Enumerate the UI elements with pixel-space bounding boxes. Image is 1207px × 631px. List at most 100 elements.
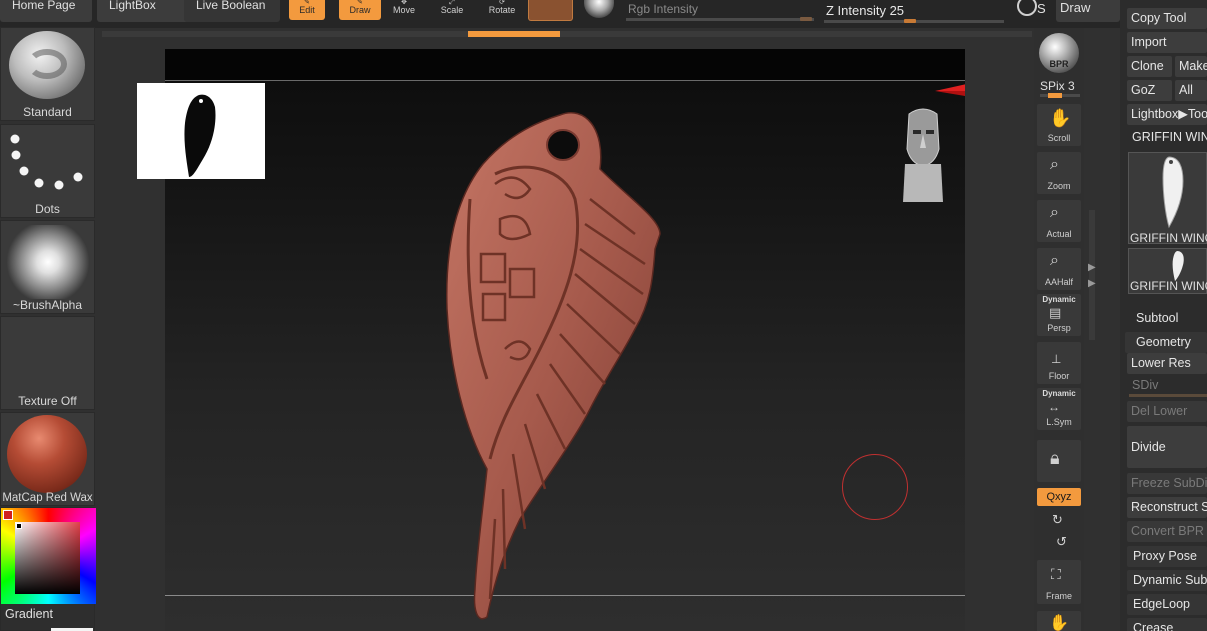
material-selector[interactable]: MatCap Red Wax	[0, 412, 95, 506]
sdiv-slider[interactable]	[1129, 394, 1207, 397]
edit-button[interactable]: ✎ Edit	[289, 0, 325, 20]
panel-scrollbar[interactable]	[1089, 210, 1095, 340]
live-boolean-label: Live Boolean	[196, 0, 266, 12]
lightbox-tool-label: Lightbox▶Tool	[1131, 107, 1207, 121]
expand-arrow-icon[interactable]: ▶	[1088, 262, 1096, 273]
lightbox-button[interactable]: LightBox	[97, 0, 189, 22]
actual-icon: ⌕	[1050, 204, 1059, 221]
gizmo-icon[interactable]	[935, 79, 965, 139]
primary-color-swatch[interactable]	[3, 510, 13, 520]
draw-button[interactable]: ✎ Draw	[339, 0, 381, 20]
symmetry-cycle-icon[interactable]	[1017, 0, 1037, 16]
proxy-pose-label: Proxy Pose	[1133, 549, 1197, 563]
stroke-selector[interactable]: Dots	[0, 124, 95, 218]
floor-icon: ⊥	[1051, 352, 1062, 366]
aahalf-icon: ⌕	[1050, 252, 1059, 269]
rotate-cw-icon[interactable]: ↻	[1052, 512, 1063, 528]
subtool-header[interactable]: Subtool	[1136, 311, 1178, 325]
view-controls-strip: BPR SPix 3 ✋ Scroll ⌕ Zoom ⌕ Actual ⌕ AA…	[1034, 28, 1084, 631]
rgb-intensity-slider[interactable]	[626, 18, 814, 21]
brush-label: Standard	[23, 105, 72, 119]
reconstruct-subdiv-button[interactable]: Reconstruct S	[1127, 497, 1207, 518]
goz-button[interactable]: GoZ	[1127, 80, 1172, 101]
clone-button[interactable]: Clone	[1127, 56, 1172, 77]
frame-label: Frame	[1045, 591, 1072, 601]
brush-cursor	[842, 454, 908, 520]
rotate-label: Rotate	[488, 5, 516, 15]
lsym-label: L.Sym	[1046, 417, 1072, 427]
collapse-arrow-icon[interactable]: ▶	[1088, 278, 1096, 289]
scroll-button[interactable]: ✋ Scroll	[1037, 104, 1081, 146]
lower-res-button[interactable]: Lower Res	[1127, 353, 1207, 374]
matcap-sphere-icon	[7, 415, 87, 493]
stroke-label: Dots	[35, 202, 60, 216]
move-view-button[interactable]: ✋	[1037, 611, 1081, 631]
sphere-thumb-small[interactable]	[584, 0, 614, 18]
edgeloop-label: EdgeLoop	[1133, 597, 1191, 611]
divide-button[interactable]: Divide	[1127, 426, 1207, 468]
convert-bpr-label: Convert BPR T	[1131, 524, 1207, 538]
persp-label: Persp	[1047, 323, 1071, 333]
draw-menu-button[interactable]: Draw	[1056, 0, 1120, 22]
del-lower-button[interactable]: Del Lower	[1127, 401, 1207, 422]
wing-thumb-icon	[1162, 156, 1184, 229]
move-button[interactable]: ✥ Move	[386, 0, 422, 20]
persp-button[interactable]: Dynamic ▤ Persp	[1037, 294, 1081, 336]
brush-alpha-icon	[7, 225, 89, 299]
scale-button[interactable]: ⤢ Scale	[434, 0, 470, 20]
lightbox-label: LightBox	[109, 0, 156, 12]
lightbox-tool-button[interactable]: Lightbox▶Tool	[1127, 104, 1207, 125]
make-button[interactable]: Make	[1175, 56, 1207, 77]
goz-label: GoZ	[1131, 83, 1156, 97]
freeze-subdiv-button[interactable]: Freeze SubDiv	[1127, 473, 1207, 494]
draw-menu-label: Draw	[1060, 0, 1091, 15]
all-button[interactable]: All	[1175, 80, 1207, 101]
dynamic-lsym-label: Dynamic	[1042, 389, 1076, 398]
lsym-icon: ↔	[1048, 400, 1060, 414]
home-page-button[interactable]: Home Page	[0, 0, 92, 22]
xyz-button[interactable]: Qxyz	[1037, 488, 1081, 506]
convert-bpr-button[interactable]: Convert BPR T	[1127, 521, 1207, 542]
actual-button[interactable]: ⌕ Actual	[1037, 200, 1081, 242]
color-picker[interactable]: Gradient	[0, 507, 96, 631]
z-intensity-knob[interactable]	[904, 19, 916, 23]
lsym-button[interactable]: Dynamic ↔ L.Sym	[1037, 388, 1081, 430]
navigation-thumbnail[interactable]	[137, 83, 265, 179]
dynamic-subdiv-header[interactable]: Dynamic Subdiv	[1127, 570, 1207, 591]
material-thumb-small[interactable]	[528, 0, 573, 21]
frame-button[interactable]: ⛶ Frame	[1037, 560, 1081, 604]
floor-button[interactable]: ⊥ Floor	[1037, 342, 1081, 384]
crease-header[interactable]: Crease	[1127, 618, 1207, 631]
brush-selector[interactable]: Standard	[0, 27, 95, 121]
actual-label: Actual	[1046, 229, 1072, 239]
zoom-button[interactable]: ⌕ Zoom	[1037, 152, 1081, 194]
proxy-pose-header[interactable]: Proxy Pose	[1127, 546, 1207, 567]
lock-button[interactable]: 🔒︎	[1037, 440, 1081, 482]
saturation-value-square[interactable]	[15, 522, 80, 594]
rgb-intensity-knob[interactable]	[800, 17, 812, 21]
copy-tool-button[interactable]: Copy Tool	[1127, 8, 1207, 29]
rotate-ccw-icon[interactable]: ↺	[1056, 534, 1067, 550]
alpha-selector[interactable]: ~BrushAlpha	[0, 220, 95, 314]
rotate-button[interactable]: ⟳ Rotate	[484, 0, 520, 20]
aahalf-button[interactable]: ⌕ AAHalf	[1037, 248, 1081, 290]
tool-thumbnail-1[interactable]: GRIFFIN WING	[1128, 152, 1207, 245]
edgeloop-header[interactable]: EdgeLoop	[1127, 594, 1207, 615]
live-boolean-button[interactable]: Live Boolean	[184, 0, 280, 22]
tool-thumbnail-2[interactable]: GRIFFIN WING	[1128, 248, 1207, 294]
texture-selector[interactable]: Texture Off	[0, 316, 95, 410]
spix-knob[interactable]	[1048, 93, 1062, 98]
canvas-viewport[interactable]	[165, 49, 965, 631]
s-label: S	[1037, 1, 1046, 16]
spix-label: SPix 3	[1040, 79, 1075, 93]
viewport-top-strip	[102, 31, 1032, 37]
griffin-wing-model[interactable]	[165, 49, 965, 631]
lower-res-label: Lower Res	[1131, 356, 1191, 370]
material-label: MatCap Red Wax	[2, 492, 93, 504]
geometry-header[interactable]: Geometry	[1125, 332, 1207, 353]
bpr-button[interactable]: BPR	[1039, 33, 1079, 73]
zoom-label: Zoom	[1047, 181, 1071, 191]
copy-tool-label: Copy Tool	[1131, 11, 1187, 25]
import-button[interactable]: Import	[1127, 32, 1207, 53]
freeze-subdiv-label: Freeze SubDiv	[1131, 476, 1207, 490]
